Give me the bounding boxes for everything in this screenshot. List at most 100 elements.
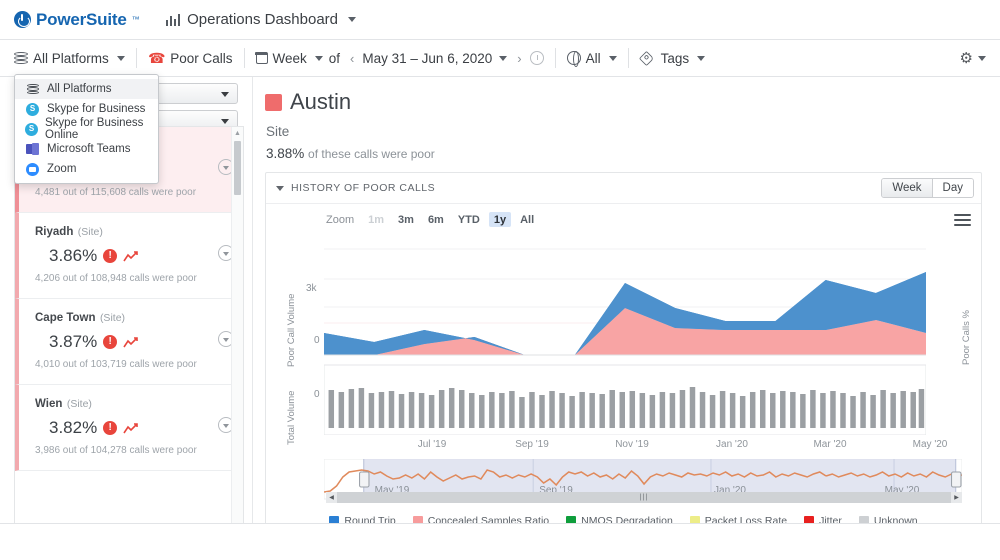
site-kind: (Site): [78, 226, 103, 238]
y2-axis-label: Poor Calls %: [961, 255, 972, 365]
zoom-range-1y[interactable]: 1y: [489, 212, 511, 227]
site-percent: 3.86%: [49, 246, 97, 266]
site-detail: 4,010 out of 103,719 calls were poor: [35, 359, 213, 370]
volume-tick-0: 0: [314, 389, 320, 400]
calendar-icon: [256, 52, 268, 64]
period-selector[interactable]: Week: [256, 51, 323, 66]
divider: [555, 48, 556, 68]
chevron-down-icon: [315, 56, 323, 61]
list-item[interactable]: Cape Town (Site) 3.87% ! 4,010 out of 10…: [15, 299, 243, 385]
zoom-range-3m[interactable]: 3m: [393, 212, 419, 227]
x-tick-1: Sep '19: [515, 439, 549, 450]
trend-chart-icon[interactable]: [123, 336, 139, 349]
next-period-button[interactable]: ›: [513, 51, 525, 66]
site-percent: 3.87%: [49, 332, 97, 352]
site-metric: 3.86% !: [49, 246, 213, 266]
chevron-down-icon: [697, 56, 705, 61]
filter-bar: All Platforms ☎ Poor Calls Week of ‹ May…: [0, 40, 1000, 77]
scroll-right-button[interactable]: ▶: [951, 492, 962, 503]
tags-filter[interactable]: Tags: [640, 51, 706, 66]
history-card: HISTORY OF POOR CALLS Week Day Zoom 1m 3…: [265, 172, 982, 534]
zoom-range-all[interactable]: All: [515, 212, 539, 227]
chevron-down-icon: [609, 56, 617, 61]
skype-icon: S: [25, 103, 40, 116]
chevron-down-icon: [348, 17, 356, 22]
menu-item-label: Skype for Business Online: [45, 117, 148, 141]
tag-icon: [639, 50, 654, 65]
card-title: HISTORY OF POOR CALLS: [291, 182, 435, 194]
site-detail: 4,206 out of 108,948 calls were poor: [35, 273, 213, 284]
collapse-icon[interactable]: [276, 186, 284, 191]
granularity-toggle: Week Day: [881, 178, 974, 198]
layers-icon: [14, 52, 28, 65]
powersuite-app: PowerSuite ™ Operations Dashboard All Pl…: [0, 0, 1000, 560]
page-stat-value: 3.88%: [266, 146, 304, 161]
date-range-chevron-icon[interactable]: [499, 56, 507, 61]
dashboard-selector[interactable]: Operations Dashboard: [166, 11, 356, 28]
chart-scrollbar[interactable]: ◀ ||| ▶: [326, 492, 962, 503]
history-icon[interactable]: [530, 51, 544, 65]
scope-label: All: [586, 51, 601, 66]
card-header: HISTORY OF POOR CALLS Week Day: [266, 173, 981, 204]
menu-item-label: Microsoft Teams: [47, 143, 131, 155]
zoom-icon: [25, 163, 40, 176]
site-name: Wien: [35, 398, 62, 410]
zoom-range-ytd[interactable]: YTD: [453, 212, 485, 227]
platform-filter-label: All Platforms: [33, 51, 109, 66]
page-subtitle: Site: [266, 124, 982, 139]
settings-chevron-icon[interactable]: [978, 56, 986, 61]
divider: [244, 48, 245, 68]
zoom-label: Zoom: [326, 214, 354, 226]
scroll-left-button[interactable]: ◀: [326, 492, 337, 503]
trend-chart-icon[interactable]: [123, 422, 139, 435]
scrollbar-grip[interactable]: |||: [640, 494, 648, 501]
list-item[interactable]: Wien (Site) 3.82% ! 3,986 out of 104,278…: [15, 385, 243, 471]
list-item[interactable]: Riyadh (Site) 3.86% ! 4,206 out of 108,9…: [15, 213, 243, 299]
x-tick-5: May '20: [913, 439, 948, 450]
chart-menu-icon[interactable]: [954, 214, 971, 226]
scroll-up-icon[interactable]: ▲: [232, 127, 243, 139]
menu-item-zoom[interactable]: Zoom: [15, 159, 158, 179]
period-label: Week: [273, 51, 307, 66]
x-tick-2: Nov '19: [615, 439, 649, 450]
site-percent: 3.82%: [49, 418, 97, 438]
zoom-range-1m[interactable]: 1m: [363, 212, 389, 227]
site-detail: 4,481 out of 115,608 calls were poor: [35, 187, 213, 198]
menu-item-all-platforms[interactable]: All Platforms: [15, 79, 158, 99]
zoom-range-6m[interactable]: 6m: [423, 212, 449, 227]
scope-filter[interactable]: All: [567, 51, 617, 66]
site-name: Riyadh: [35, 226, 73, 238]
footer-strip: [0, 523, 1000, 560]
chevron-down-icon: [117, 56, 125, 61]
site-kind: (Site): [67, 398, 92, 410]
chart-svg: [324, 245, 926, 435]
trend-chart-icon[interactable]: [123, 250, 139, 263]
volume-bars: [329, 387, 925, 428]
call-quality-label: Poor Calls: [170, 51, 232, 66]
granularity-week-button[interactable]: Week: [882, 179, 932, 197]
menu-item-microsoft-teams[interactable]: Microsoft Teams: [15, 139, 158, 159]
prev-period-button[interactable]: ‹: [346, 51, 358, 66]
brand-name: PowerSuite: [36, 10, 127, 30]
site-list: Austin (Site) 3.88% ! 4,481 out of 115,6…: [14, 126, 244, 552]
scrollbar-thumb[interactable]: [234, 141, 241, 195]
x-tick-4: Mar '20: [813, 439, 846, 450]
site-kind: (Site): [100, 312, 125, 324]
call-quality-filter[interactable]: ☎ Poor Calls: [148, 50, 233, 67]
site-name-row: Wien (Site): [35, 394, 213, 412]
site-list-scrollbar[interactable]: ▲ ▼: [231, 127, 243, 551]
menu-item-skype-for-business-online[interactable]: S Skype for Business Online: [15, 119, 158, 139]
brand-logo[interactable]: PowerSuite ™: [14, 10, 140, 30]
site-name-row: Cape Town (Site): [35, 308, 213, 326]
granularity-day-button[interactable]: Day: [933, 179, 973, 197]
alert-icon: !: [103, 249, 117, 263]
globe-icon: [567, 51, 581, 65]
menu-item-skype-for-business[interactable]: S Skype for Business: [15, 99, 158, 119]
power-icon: [14, 11, 31, 28]
tags-label: Tags: [661, 51, 690, 66]
menu-item-label: Zoom: [47, 163, 76, 175]
settings-gear-icon[interactable]: ⚙: [960, 49, 973, 67]
platform-filter[interactable]: All Platforms: [14, 51, 125, 66]
dashboard-title: Operations Dashboard: [187, 11, 338, 28]
alert-icon: !: [103, 335, 117, 349]
